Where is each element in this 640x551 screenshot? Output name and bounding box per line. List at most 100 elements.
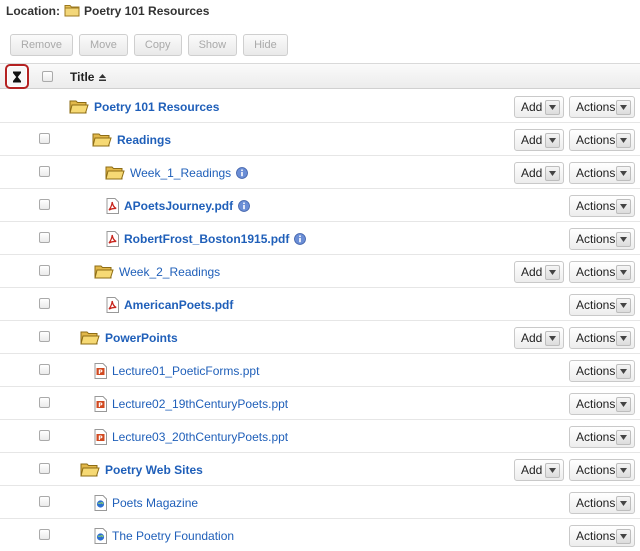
add-dropdown[interactable]: Add	[514, 162, 564, 184]
hourglass-icon	[13, 71, 21, 82]
actions-dropdown[interactable]: Actions	[569, 426, 635, 448]
web-link-icon[interactable]	[94, 527, 107, 544]
actions-dropdown-label: Actions	[576, 133, 616, 147]
actions-dropdown[interactable]: Actions	[569, 459, 635, 481]
actions-dropdown[interactable]: Actions	[569, 393, 635, 415]
chevron-down-icon	[616, 462, 631, 478]
chevron-down-icon	[616, 363, 631, 379]
row-select-checkbox[interactable]	[39, 529, 50, 540]
actions-dropdown[interactable]: Actions	[569, 129, 635, 151]
resource-item: P Lecture01_PoeticForms.ppt	[94, 354, 259, 387]
chevron-down-icon	[545, 99, 560, 115]
actions-dropdown[interactable]: Actions	[569, 162, 635, 184]
resource-name-link[interactable]: Lecture02_19thCenturyPoets.ppt	[112, 397, 288, 411]
chevron-down-icon	[616, 297, 631, 313]
actions-dropdown-label: Actions	[576, 397, 616, 411]
add-dropdown[interactable]: Add	[514, 327, 564, 349]
show-button[interactable]: Show	[187, 34, 238, 56]
web-link-icon[interactable]	[94, 494, 107, 511]
row-select-checkbox[interactable]	[39, 199, 50, 210]
actions-dropdown-label: Actions	[576, 496, 616, 510]
row-select-checkbox[interactable]	[39, 430, 50, 441]
sort-ascending-icon[interactable]	[98, 71, 107, 85]
resource-name-link[interactable]: Week_2_Readings	[119, 265, 220, 279]
chevron-down-icon	[616, 99, 631, 115]
resource-name-link[interactable]: Week_1_Readings	[130, 166, 231, 180]
table-row: Readings Add Actions	[0, 123, 640, 156]
add-dropdown[interactable]: Add	[514, 96, 564, 118]
chevron-down-icon	[616, 165, 631, 181]
row-select-checkbox[interactable]	[39, 397, 50, 408]
resource-name-link[interactable]: Readings	[117, 133, 171, 147]
resource-name-link[interactable]: Lecture01_PoeticForms.ppt	[112, 364, 259, 378]
actions-dropdown[interactable]: Actions	[569, 327, 635, 349]
select-all-checkbox[interactable]	[42, 71, 53, 82]
row-select-checkbox[interactable]	[39, 298, 50, 309]
actions-dropdown[interactable]: Actions	[569, 525, 635, 547]
resource-name-link[interactable]: Lecture03_20thCenturyPoets.ppt	[112, 430, 288, 444]
resource-item: P Lecture02_19thCenturyPoets.ppt	[94, 387, 288, 420]
ppt-file-icon[interactable]: P	[94, 428, 107, 445]
svg-text:P: P	[98, 369, 103, 376]
folder-open-icon[interactable]	[80, 330, 100, 346]
row-select-checkbox[interactable]	[39, 232, 50, 243]
resource-name-link[interactable]: AmericanPoets.pdf	[124, 298, 233, 312]
pdf-file-icon[interactable]	[106, 197, 119, 214]
folder-open-icon[interactable]	[69, 99, 89, 115]
table-row: APoetsJourney.pdf Actions	[0, 189, 640, 222]
ppt-file-icon[interactable]: P	[94, 362, 107, 379]
hide-button[interactable]: Hide	[243, 34, 288, 56]
add-dropdown[interactable]: Add	[514, 261, 564, 283]
resource-name-link[interactable]: APoetsJourney.pdf	[124, 199, 233, 213]
resource-name-link[interactable]: Poetry 101 Resources	[94, 100, 219, 114]
chevron-down-icon	[545, 165, 560, 181]
remove-button[interactable]: Remove	[10, 34, 73, 56]
info-icon[interactable]	[236, 166, 249, 179]
folder-open-icon[interactable]	[80, 462, 100, 478]
row-select-checkbox[interactable]	[39, 166, 50, 177]
row-select-checkbox[interactable]	[39, 496, 50, 507]
row-select-checkbox[interactable]	[39, 364, 50, 375]
info-icon[interactable]	[294, 232, 307, 245]
chevron-down-icon	[616, 231, 631, 247]
copy-button[interactable]: Copy	[133, 34, 182, 56]
add-dropdown[interactable]: Add	[514, 129, 564, 151]
expand-collapse-all-button[interactable]	[5, 64, 29, 89]
folder-open-icon[interactable]	[92, 132, 112, 148]
folder-open-icon[interactable]	[105, 165, 125, 181]
resource-name-link[interactable]: PowerPoints	[105, 331, 178, 345]
actions-dropdown[interactable]: Actions	[569, 195, 635, 217]
table-header: Title	[0, 63, 640, 89]
actions-dropdown[interactable]: Actions	[569, 261, 635, 283]
title-column-header[interactable]: Title	[70, 70, 94, 84]
resource-name-link[interactable]: RobertFrost_Boston1915.pdf	[124, 232, 289, 246]
actions-dropdown[interactable]: Actions	[569, 360, 635, 382]
add-dropdown[interactable]: Add	[514, 459, 564, 481]
actions-dropdown-label: Actions	[576, 232, 616, 246]
add-dropdown-label: Add	[521, 100, 543, 114]
chevron-down-icon	[545, 462, 560, 478]
row-select-checkbox[interactable]	[39, 265, 50, 276]
row-select-checkbox[interactable]	[39, 463, 50, 474]
table-row: P Lecture02_19thCenturyPoets.ppt Actions	[0, 387, 640, 420]
resource-item: APoetsJourney.pdf	[106, 189, 251, 222]
actions-dropdown[interactable]: Actions	[569, 96, 635, 118]
table-row: Week_2_Readings Add Actions	[0, 255, 640, 288]
pdf-file-icon[interactable]	[106, 296, 119, 313]
resource-item: Poetry Web Sites	[80, 453, 203, 486]
info-icon[interactable]	[238, 199, 251, 212]
actions-dropdown-label: Actions	[576, 331, 616, 345]
resource-name-link[interactable]: Poetry Web Sites	[105, 463, 203, 477]
move-button[interactable]: Move	[78, 34, 128, 56]
actions-dropdown-label: Actions	[576, 298, 616, 312]
pdf-file-icon[interactable]	[106, 230, 119, 247]
actions-dropdown[interactable]: Actions	[569, 228, 635, 250]
row-select-checkbox[interactable]	[39, 133, 50, 144]
row-select-checkbox[interactable]	[39, 331, 50, 342]
actions-dropdown[interactable]: Actions	[569, 294, 635, 316]
resource-name-link[interactable]: The Poetry Foundation	[112, 529, 234, 543]
actions-dropdown[interactable]: Actions	[569, 492, 635, 514]
resource-name-link[interactable]: Poets Magazine	[112, 496, 198, 510]
ppt-file-icon[interactable]: P	[94, 395, 107, 412]
folder-open-icon[interactable]	[94, 264, 114, 280]
